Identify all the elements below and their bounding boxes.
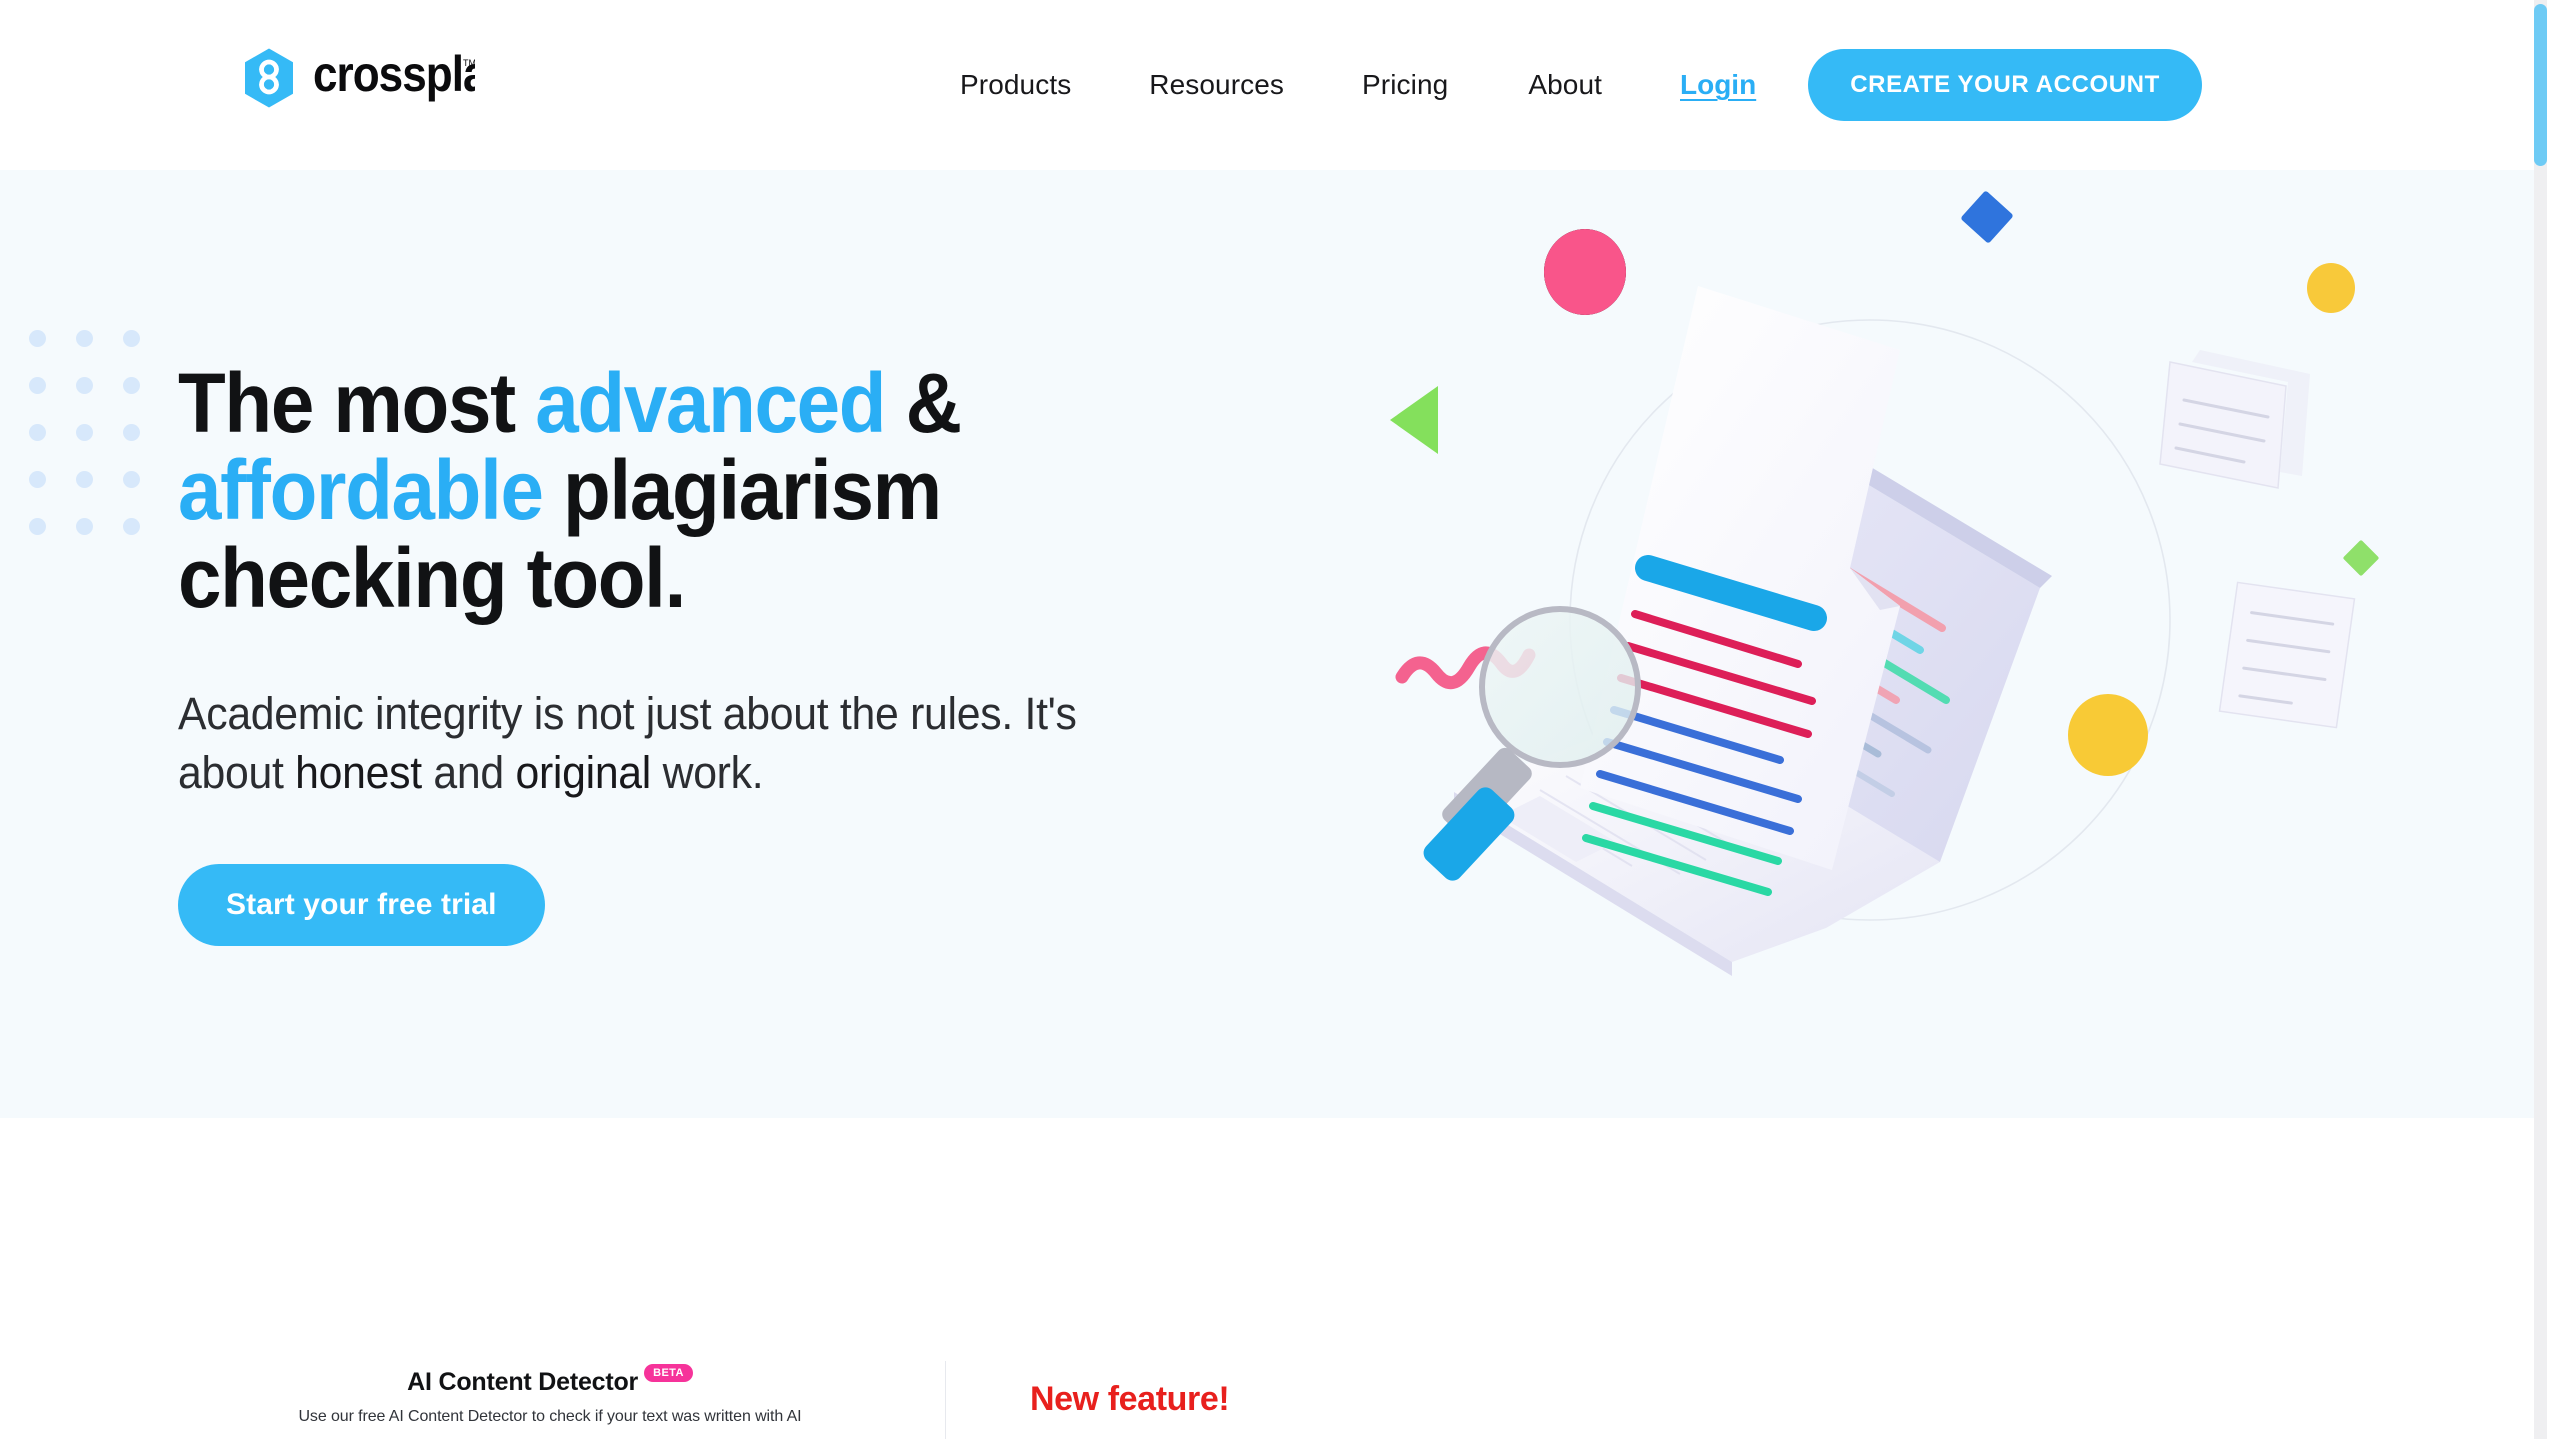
hero-copy-block: The most advanced & affordable plagiaris… xyxy=(178,359,1278,947)
hero-section: The most advanced & affordable plagiaris… xyxy=(0,170,2547,1118)
decorative-dot xyxy=(123,424,140,441)
decorative-dot xyxy=(29,518,46,535)
svg-text:TM: TM xyxy=(463,58,475,68)
start-free-trial-button[interactable]: Start your free trial xyxy=(178,864,545,947)
svg-text:crossplag: crossplag xyxy=(313,54,475,102)
create-account-button[interactable]: CREATE YOUR ACCOUNT xyxy=(1808,49,2202,121)
decorative-dot xyxy=(29,471,46,488)
hero-heading-part-2: & xyxy=(885,356,962,450)
ai-content-detector-subtitle: Use our free AI Content Detector to chec… xyxy=(298,1408,802,1425)
hero-sub-bold-original: original xyxy=(515,746,652,798)
main-navigation: Products Resources Pricing About Login C… xyxy=(960,0,2202,170)
decorative-dot xyxy=(76,518,93,535)
decorative-dot xyxy=(123,330,140,347)
hero-sub-part-3: work. xyxy=(651,746,764,798)
decorative-dot xyxy=(29,377,46,394)
lower-features-section: AI Content Detector BETA Use our free AI… xyxy=(0,1118,2547,1439)
site-header: crossplag TM Products Resources Pricing … xyxy=(0,0,2547,170)
decorative-dot xyxy=(76,424,93,441)
laptop-document-magnifier-illustration xyxy=(1380,190,2380,1090)
nav-link-products[interactable]: Products xyxy=(960,59,1071,111)
section-divider xyxy=(945,1361,946,1439)
dot-grid-decoration xyxy=(0,330,170,565)
beta-badge: BETA xyxy=(644,1364,693,1382)
ai-content-detector-title: AI Content Detector xyxy=(407,1368,639,1396)
brand-wordmark: crossplag TM xyxy=(313,54,475,102)
decorative-dot xyxy=(29,330,46,347)
login-link[interactable]: Login xyxy=(1680,69,1756,101)
hero-heading-highlight-affordable: affordable xyxy=(178,443,544,538)
decorative-dot xyxy=(123,471,140,488)
brand-logo-link[interactable]: crossplag TM xyxy=(238,47,475,109)
nav-link-resources[interactable]: Resources xyxy=(1149,59,1284,111)
hero-sub-part-2: and xyxy=(421,746,516,798)
new-feature-label: New feature! xyxy=(1030,1380,1230,1418)
crossplag-hexagon-logo-icon xyxy=(238,47,300,109)
decorative-dot xyxy=(29,424,46,441)
ai-content-detector-card[interactable]: AI Content Detector BETA Use our free AI… xyxy=(155,1364,945,1426)
decorative-dot xyxy=(76,377,93,394)
hero-heading-part-1: The most xyxy=(178,356,536,450)
decorative-dot xyxy=(123,377,140,394)
hero-sub-bold-honest: honest xyxy=(295,746,422,798)
hero-heading-highlight-advanced: advanced xyxy=(535,356,886,450)
decorative-dot xyxy=(76,471,93,488)
page-root: crossplag TM Products Resources Pricing … xyxy=(0,0,2547,1439)
nav-link-about[interactable]: About xyxy=(1528,59,1602,111)
nav-link-pricing[interactable]: Pricing xyxy=(1362,59,1448,111)
hero-heading: The most advanced & affordable plagiaris… xyxy=(178,359,1201,622)
page-scrollbar-track[interactable] xyxy=(2534,0,2547,1439)
ai-content-detector-heading: AI Content Detector BETA xyxy=(155,1364,945,1397)
decorative-dot xyxy=(123,518,140,535)
page-scrollbar-thumb[interactable] xyxy=(2534,4,2547,166)
hero-subheading: Academic integrity is not just about the… xyxy=(178,685,1185,802)
decorative-dot xyxy=(76,330,93,347)
